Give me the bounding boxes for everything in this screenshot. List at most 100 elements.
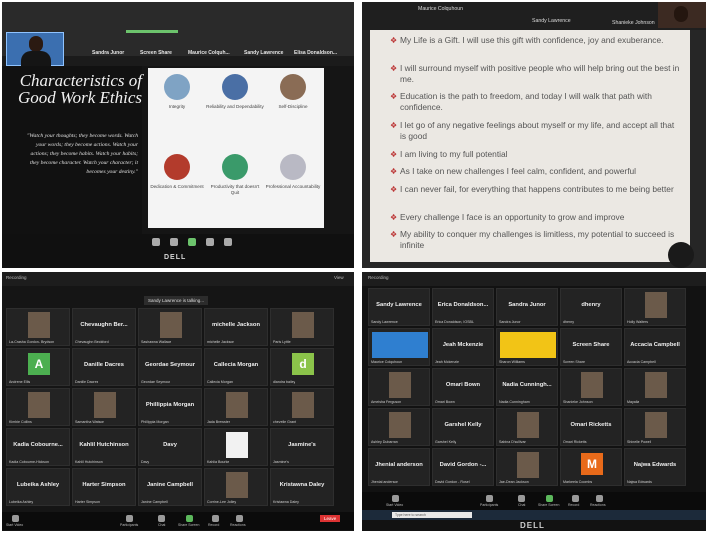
- participant-tile[interactable]: Sandra Junor Sandra Junor: [496, 288, 558, 326]
- participant-tile[interactable]: Davy Davy: [138, 428, 202, 466]
- toolbar-label[interactable]: Participants: [120, 523, 138, 527]
- participant-tile[interactable]: Sharon Williams: [496, 328, 558, 366]
- participant-tile[interactable]: dhenry dhenry: [560, 288, 622, 326]
- record-icon[interactable]: [212, 515, 219, 522]
- participant-tile[interactable]: Jeah Mckenzie Jeah Mckenzie: [432, 328, 494, 366]
- participant-tile[interactable]: Harter Simpson Harter Simpson: [72, 468, 136, 506]
- participant-tile[interactable]: Jada Brewster: [204, 388, 268, 426]
- participant-tile[interactable]: Omari Ricketts Omari Ricketts: [560, 408, 622, 446]
- toolbar-label[interactable]: Share Screen: [178, 523, 199, 527]
- participant-tile[interactable]: d dlandra bailey: [270, 348, 334, 386]
- participant-tile[interactable]: michelle Jackson michelle Jackson: [204, 308, 268, 346]
- participants-icon[interactable]: [126, 515, 133, 522]
- ethics-cell-label: Self-Discipline: [278, 104, 308, 109]
- share-screen-icon[interactable]: [546, 495, 553, 502]
- participant-tile[interactable]: Maurice Colquhoun: [368, 328, 430, 366]
- strip-name[interactable]: Sandy Lawrence: [244, 50, 283, 56]
- record-icon[interactable]: [572, 495, 579, 502]
- strip-name[interactable]: Sandra Junor: [92, 50, 124, 56]
- participant-tile[interactable]: Garshel Kelly Garshel Kelly: [432, 408, 494, 446]
- participant-tile[interactable]: Danille Dacres Danille Dacres: [72, 348, 136, 386]
- record-icon[interactable]: [206, 238, 214, 246]
- participant-tile[interactable]: Lubeika Ashley Lubeika Ashley: [6, 468, 70, 506]
- ethics-cell-label: Productivity that doesn't Quit: [210, 184, 260, 195]
- participant-tile[interactable]: Sandy Lawrence Sandy Lawrence: [368, 288, 430, 326]
- participant-tile[interactable]: David Gordon -... David Gordon - Rosel: [432, 448, 494, 486]
- participants-icon[interactable]: [152, 238, 160, 246]
- participant-tile[interactable]: Janine Campbell Janine Campbell: [138, 468, 202, 506]
- participant-tile[interactable]: Callecia Morgan Callecia Morgan: [204, 348, 268, 386]
- participant-tile[interactable]: Najwa Edwards Najwa Edwards: [624, 448, 686, 486]
- participant-tile[interactable]: chevelle Grant: [270, 388, 334, 426]
- participant-tile[interactable]: Jae-Dean Jackson: [496, 448, 558, 486]
- participant-tile[interactable]: Omari Bown Omari Bown: [432, 368, 494, 406]
- participant-tile[interactable]: Corrine-Lee Jolley: [204, 468, 268, 506]
- participant-tile[interactable]: Jasmine's Jasmine's: [270, 428, 334, 466]
- share-screen-icon[interactable]: [188, 238, 196, 246]
- participant-tile[interactable]: M Markeela Coombs: [560, 448, 622, 486]
- chat-icon[interactable]: [158, 515, 165, 522]
- reactions-icon[interactable]: [596, 495, 603, 502]
- participant-tile[interactable]: Nadia Cunningh... Nadia Cunningham: [496, 368, 558, 406]
- strip-name[interactable]: Elisa Donaldson...: [294, 50, 337, 56]
- strip-name[interactable]: Sandy Lawrence: [532, 18, 571, 24]
- participant-tile[interactable]: Samantha Watson: [72, 388, 136, 426]
- participant-tile[interactable]: Kahlia Bourke: [204, 428, 268, 466]
- view-button[interactable]: View: [334, 275, 344, 280]
- toolbar-label[interactable]: Record: [208, 523, 219, 527]
- video-icon[interactable]: [392, 495, 399, 502]
- participant-tile[interactable]: Paris Lyttle: [270, 308, 334, 346]
- floating-control-button[interactable]: [668, 242, 694, 268]
- participants-icon[interactable]: [486, 495, 493, 502]
- strip-name[interactable]: Maurice Colquhoun: [418, 6, 463, 12]
- participant-tile[interactable]: Ashley Dubarran: [368, 408, 430, 446]
- participant-tile[interactable]: Kristawna Daley Kristawna Daley: [270, 468, 334, 506]
- toolbar-label[interactable]: Start Video: [386, 503, 403, 507]
- participant-tile[interactable]: Sashawna Wallace: [138, 308, 202, 346]
- strip-name[interactable]: Maurice Colquh...: [188, 50, 230, 56]
- participant-tile[interactable]: A Andrene Ellis: [6, 348, 70, 386]
- participant-tile[interactable]: Shanieke Johnson: [560, 368, 622, 406]
- active-speaker-thumbnail[interactable]: [6, 32, 64, 67]
- participant-tile[interactable]: La-Crasha Gordon- Brydson: [6, 308, 70, 346]
- toolbar-label[interactable]: Chat: [518, 503, 525, 507]
- share-screen-icon[interactable]: [186, 515, 193, 522]
- taskbar-search[interactable]: Type here to search: [392, 512, 472, 518]
- participant-tile[interactable]: Mayalia: [624, 368, 686, 406]
- profile-photo: [292, 392, 314, 418]
- tile-username: Jada Brewster: [207, 420, 230, 424]
- strip-name[interactable]: Screen Share: [140, 50, 172, 56]
- participant-tile[interactable]: Erica Donaldson... Erica Donaldson, IOSBL: [432, 288, 494, 326]
- toolbar-label[interactable]: Share Screen: [538, 503, 559, 507]
- participant-tile[interactable]: Geordae Seymour Geordae Seymour: [138, 348, 202, 386]
- participant-tile[interactable]: Holly Walters: [624, 288, 686, 326]
- toolbar-label[interactable]: Reactions: [230, 523, 246, 527]
- chat-icon[interactable]: [170, 238, 178, 246]
- toolbar-label[interactable]: Reactions: [590, 503, 606, 507]
- toolbar-label[interactable]: Participants: [480, 503, 498, 507]
- toolbar-label[interactable]: Record: [568, 503, 579, 507]
- shared-screen-thumbnail: [500, 332, 556, 358]
- leave-button[interactable]: Leave: [320, 515, 341, 522]
- participant-tile[interactable]: Kadia Cobourne... Kadia Cobourne-Hickson: [6, 428, 70, 466]
- participant-tile[interactable]: Accacia Campbell Accacia Campbell: [624, 328, 686, 366]
- participant-tile[interactable]: Sabina D'sullivan: [496, 408, 558, 446]
- toolbar-label[interactable]: Start Video: [6, 523, 23, 527]
- participant-tile[interactable]: Jhenial anderson Jhenial anderson: [368, 448, 430, 486]
- participant-tile[interactable]: Ameisha Ferguson: [368, 368, 430, 406]
- participant-tile[interactable]: Chevaughn Ber... Chevaughn Beckford: [72, 308, 136, 346]
- reactions-icon[interactable]: [236, 515, 243, 522]
- participant-tile[interactable]: Shinelle Powell: [624, 408, 686, 446]
- toolbar-label[interactable]: Chat: [158, 523, 165, 527]
- chat-icon[interactable]: [518, 495, 525, 502]
- ethics-cell-label: Integrity: [168, 104, 186, 109]
- video-icon[interactable]: [12, 515, 19, 522]
- participant-tile[interactable]: Phillippia Morgan Phillippia Morgan: [138, 388, 202, 426]
- strip-name[interactable]: Shanieke Johnson: [612, 20, 655, 26]
- participant-tile[interactable]: Kahlil Hutchinson Kahlil Hutchinson: [72, 428, 136, 466]
- profile-photo: [226, 472, 248, 498]
- reactions-icon[interactable]: [224, 238, 232, 246]
- participant-tile[interactable]: Screen Share Screen Share: [560, 328, 622, 366]
- participant-tile[interactable]: Kimbie Collins: [6, 388, 70, 426]
- participant-video[interactable]: [658, 2, 706, 28]
